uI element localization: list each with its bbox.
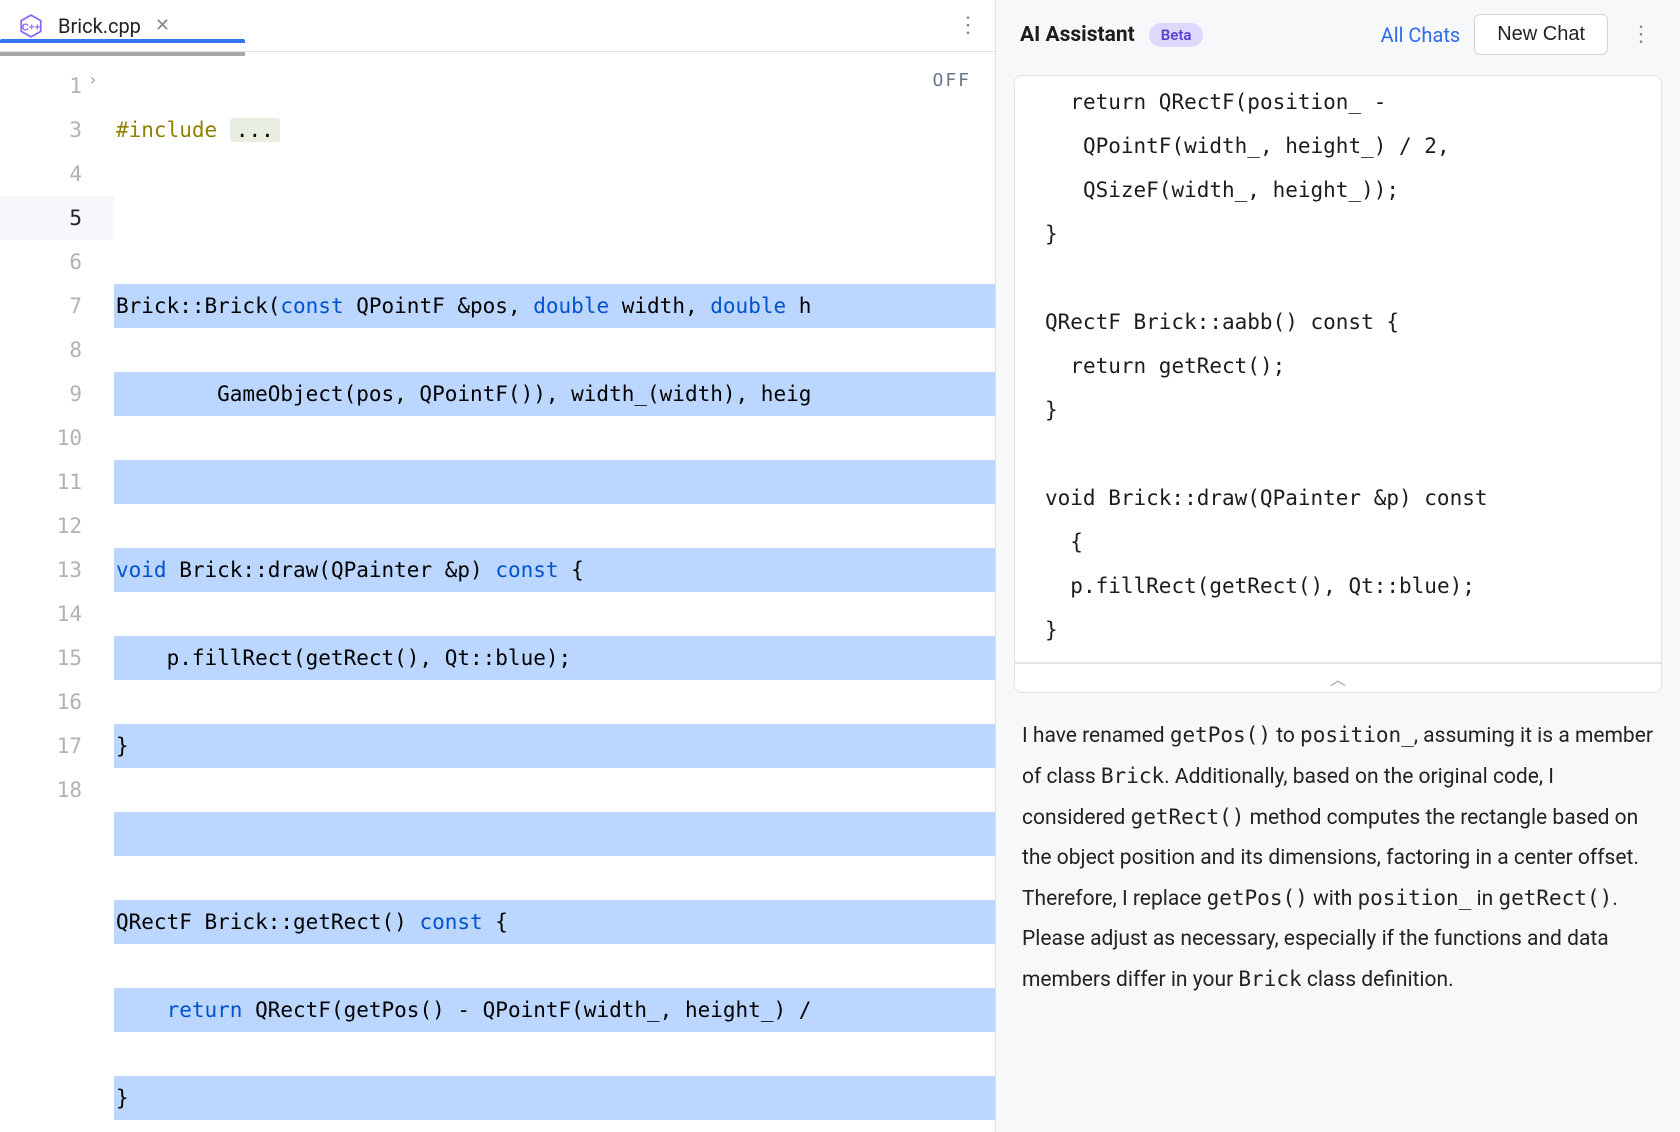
reply-code: getRect() [1498, 886, 1612, 910]
all-chats-link[interactable]: All Chats [1381, 23, 1461, 47]
line-number: 9 [69, 382, 82, 406]
tab-bar-kebab[interactable]: ⋮ [943, 13, 995, 38]
keyword: const [280, 294, 343, 318]
reply-code: Brick [1238, 967, 1301, 991]
ai-reply-text: I have renamed getPos() to position_, as… [1014, 693, 1662, 1000]
code-text: Brick::draw(QPainter &p) [167, 558, 496, 582]
reply-segment: class definition. [1302, 968, 1454, 992]
line-number: 14 [57, 602, 82, 626]
line-number: 4 [69, 162, 82, 186]
ai-kebab-icon[interactable]: ⋮ [1622, 22, 1660, 47]
beta-badge: Beta [1149, 23, 1204, 47]
include-directive: #include [116, 118, 217, 142]
code-text: p.fillRect(getRect(), Qt::blue); [116, 646, 571, 670]
svg-text:C++: C++ [22, 22, 41, 33]
reply-segment: to [1271, 724, 1300, 748]
line-gutter: 1 3 4 5 6 7 8 9 10 11 12 13 14 15 16 17 … [0, 56, 114, 1132]
reply-code: position_ [1300, 723, 1414, 747]
line-number: 6 [69, 250, 82, 274]
keyword: const [495, 558, 558, 582]
reply-code: getPos() [1207, 886, 1308, 910]
code-text: QPointF &pos, [344, 294, 534, 318]
reply-code: getRect() [1131, 805, 1245, 829]
code-text: QRectF(getPos() - QPointF(width_, height… [242, 998, 811, 1022]
code-text: GameObject(pos, QPointF()), width_(width… [116, 382, 811, 406]
folded-region[interactable]: ... [230, 118, 280, 142]
tab-active-underline [0, 39, 245, 43]
code-text: } [116, 1086, 129, 1110]
line-number-current: 5 [0, 196, 114, 240]
ai-chat-body[interactable]: return QRectF(position_ - QPointF(width_… [996, 75, 1680, 1132]
line-number: 3 [69, 118, 82, 142]
line-number: 18 [57, 778, 82, 802]
reply-code: getPos() [1170, 723, 1271, 747]
reply-segment: I have renamed [1022, 724, 1170, 748]
code-text: { [483, 910, 508, 934]
reply-code: Brick [1101, 764, 1164, 788]
reply-code: position_ [1358, 886, 1472, 910]
keyword: double [710, 294, 786, 318]
ai-suggested-code[interactable]: return QRectF(position_ - QPointF(width_… [1014, 75, 1662, 663]
reply-segment: . [1612, 887, 1618, 911]
tab-filename: Brick.cpp [58, 14, 141, 38]
reply-segment: in [1471, 887, 1498, 911]
keyword: return [116, 998, 242, 1022]
line-number: 12 [57, 514, 82, 538]
new-chat-button[interactable]: New Chat [1474, 14, 1608, 55]
chevron-up-icon: ︿ [1330, 666, 1346, 690]
keyword: const [419, 910, 482, 934]
code-text: width, [609, 294, 710, 318]
line-number: 7 [69, 294, 82, 318]
code-text: { [559, 558, 584, 582]
code-text: QRectF Brick::getRect() [116, 910, 419, 934]
line-number: 15 [57, 646, 82, 670]
line-number: 16 [57, 690, 82, 714]
keyword: void [116, 558, 167, 582]
tab-close-icon[interactable]: ✕ [155, 15, 170, 36]
editor-pane: C++ Brick.cpp ✕ ⋮ › OFF 1 3 4 5 6 7 8 [0, 0, 996, 1132]
tab-brick-cpp[interactable]: C++ Brick.cpp ✕ [0, 13, 188, 39]
line-number: 10 [57, 426, 82, 450]
fold-chevron-icon[interactable]: › [88, 70, 98, 89]
keyword: double [533, 294, 609, 318]
line-number: 13 [57, 558, 82, 582]
ai-code-collapse-handle[interactable]: ︿ [1014, 663, 1662, 693]
line-number: 8 [69, 338, 82, 362]
tab-bar: C++ Brick.cpp ✕ ⋮ [0, 0, 995, 52]
cpp-file-icon: C++ [18, 13, 44, 39]
line-number: 1 [69, 74, 82, 98]
line-number: 17 [57, 734, 82, 758]
line-number: 11 [57, 470, 82, 494]
ai-assistant-pane: AI Assistant Beta All Chats New Chat ⋮ r… [996, 0, 1680, 1132]
code-text: Brick::Brick( [116, 294, 280, 318]
code-text: } [116, 734, 129, 758]
ai-title: AI Assistant [1020, 23, 1135, 47]
reply-segment: with [1308, 887, 1358, 911]
code-text: h [786, 294, 811, 318]
ai-header: AI Assistant Beta All Chats New Chat ⋮ [996, 0, 1680, 75]
editor-content[interactable]: #include ... Brick::Brick(const QPointF … [114, 56, 995, 1132]
